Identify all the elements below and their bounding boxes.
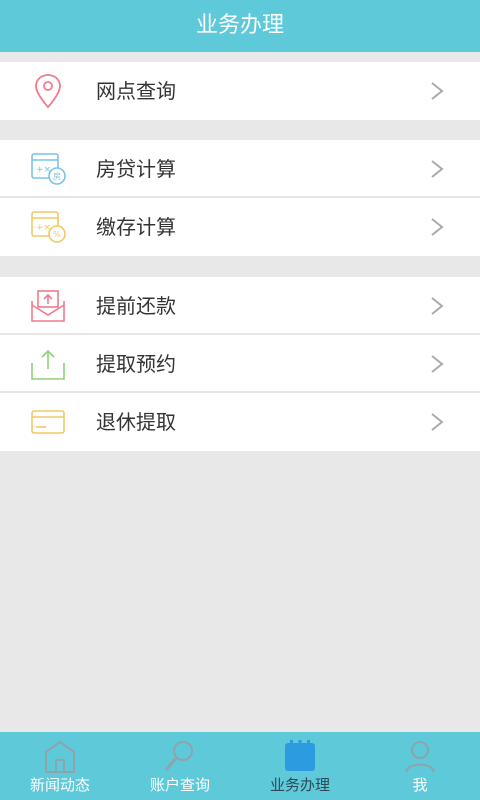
location-pin-icon <box>35 74 61 109</box>
menu-group-calculators: +× 房 房贷计算 +× % 缴存计算 <box>0 140 480 256</box>
menu-item-loan-calculator[interactable]: +× 房 房贷计算 <box>0 140 480 198</box>
tab-me[interactable]: 我 <box>360 732 480 800</box>
svg-text:%: % <box>53 230 61 239</box>
menu-item-label: 房贷计算 <box>96 157 176 181</box>
page-title: 业务办理 <box>0 0 480 52</box>
tab-news[interactable]: 新闻动态 <box>0 732 120 800</box>
chevron-right-icon <box>431 218 444 236</box>
chevron-right-icon <box>431 82 444 100</box>
deposit-calculator-icon: +× % <box>31 211 66 243</box>
chevron-right-icon <box>431 297 444 315</box>
bottom-tab-bar: 新闻动态 账户查询 业务办理 我 <box>0 732 480 800</box>
menu-group-services: 提前还款 提取预约 退休提取 <box>0 277 480 451</box>
svg-text:房: 房 <box>53 171 61 181</box>
search-icon <box>164 741 193 771</box>
tab-label: 业务办理 <box>269 776 330 794</box>
menu-item-label: 网点查询 <box>96 79 176 103</box>
tab-label: 我 <box>412 776 428 794</box>
menu-item-early-repayment[interactable]: 提前还款 <box>0 277 480 335</box>
user-icon <box>405 741 435 773</box>
calendar-icon <box>285 740 315 771</box>
repayment-envelope-icon <box>31 290 65 322</box>
menu-item-label: 退休提取 <box>96 410 176 434</box>
menu-item-label: 提取预约 <box>96 352 176 376</box>
menu-item-retirement-withdrawal[interactable]: 退休提取 <box>0 393 480 451</box>
menu-item-outlet-query[interactable]: 网点查询 <box>0 62 480 120</box>
menu-item-label: 提前还款 <box>96 294 176 318</box>
menu-item-withdrawal-appointment[interactable]: 提取预约 <box>0 335 480 393</box>
chevron-right-icon <box>431 413 444 431</box>
tab-label: 新闻动态 <box>29 776 90 794</box>
tab-label: 账户查询 <box>149 776 210 794</box>
chevron-right-icon <box>431 355 444 373</box>
tab-business[interactable]: 业务办理 <box>240 732 360 800</box>
upload-tray-icon <box>31 349 65 380</box>
menu-item-label: 缴存计算 <box>96 215 176 239</box>
loan-calculator-icon: +× 房 <box>31 153 66 185</box>
menu-item-deposit-calculator[interactable]: +× % 缴存计算 <box>0 198 480 256</box>
menu-group-query: 网点查询 <box>0 62 480 120</box>
tab-account-query[interactable]: 账户查询 <box>120 732 240 800</box>
home-icon <box>45 740 75 773</box>
card-icon <box>31 410 65 434</box>
chevron-right-icon <box>431 160 444 178</box>
